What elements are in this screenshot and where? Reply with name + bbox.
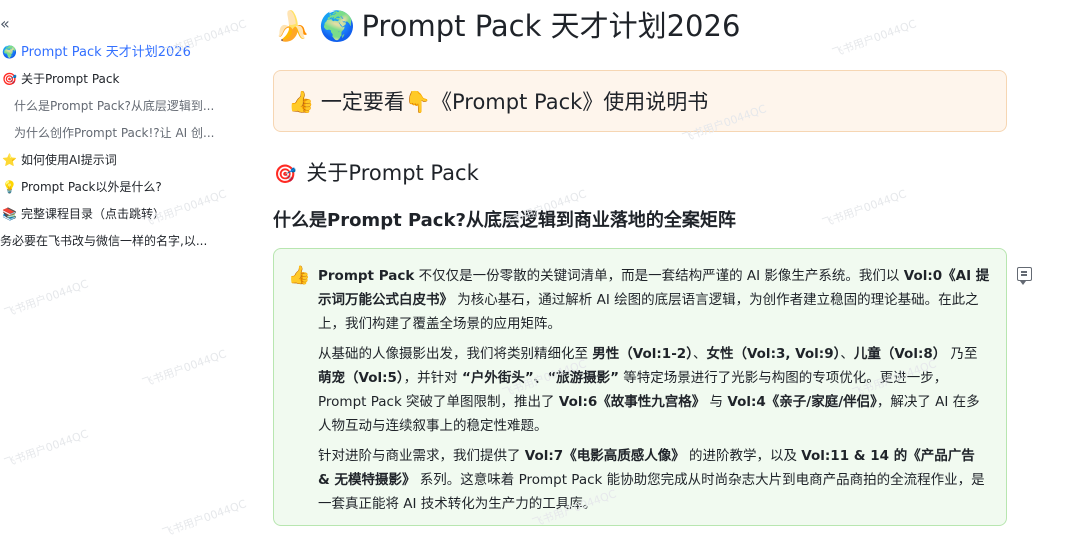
- toc-item-how-to-use[interactable]: ⭐ 如何使用AI提示词: [2, 151, 220, 169]
- toc-item-label: 什么是Prompt Pack?从底层逻辑到...: [14, 99, 215, 113]
- toc-item-label: 如何使用AI提示词: [20, 153, 117, 167]
- toc-item-label: 为什么创作Prompt Pack!?让 AI 创...: [14, 126, 215, 140]
- must-read-link[interactable]: 一定要看👇《Prompt Pack》使用说明书: [321, 90, 708, 114]
- thumbs-up-icon: 👍: [288, 265, 311, 286]
- toc-item-rename-notice[interactable]: 务必要在飞书改与微信一样的名字,以...: [0, 232, 220, 250]
- comment-icon[interactable]: [1017, 267, 1032, 285]
- toc-item-about[interactable]: 🎯 关于Prompt Pack: [2, 70, 220, 88]
- callout-intro: 👍 Prompt Pack 不仅仅是一份零散的关键词清单，而是一套结构严谨的 A…: [273, 248, 1007, 526]
- target-icon: 🎯: [274, 164, 297, 185]
- page-title-text: Prompt Pack 天才计划2026: [361, 9, 741, 43]
- callout-must-read: 👍 一定要看👇《Prompt Pack》使用说明书: [273, 70, 1007, 132]
- section-heading-about: 🎯 关于Prompt Pack: [274, 158, 479, 190]
- lightbulb-icon: 💡: [2, 180, 17, 194]
- books-icon: 📚: [2, 207, 17, 221]
- toc-item-course-catalog[interactable]: 📚 完整课程目录（点击跳转）: [2, 205, 220, 223]
- toc-item-label: Prompt Pack以外是什么?: [20, 180, 162, 194]
- star-icon: ⭐: [2, 153, 17, 167]
- section-heading-text: 关于Prompt Pack: [306, 161, 479, 185]
- toc-item-label: 关于Prompt Pack: [20, 72, 120, 86]
- toc-item-why-create[interactable]: 为什么创作Prompt Pack!?让 AI 创...: [14, 124, 218, 142]
- target-icon: 🎯: [2, 72, 17, 86]
- toc-item-label: 完整课程目录（点击跳转）: [20, 207, 165, 221]
- banana-globe-icon: 🍌 🌍: [274, 9, 356, 43]
- watermark: 飞书用户0044QC: [830, 17, 919, 60]
- toc-item-label: Prompt Pack 天才计划2026: [20, 45, 191, 60]
- outline-sidebar: « 🌍 Prompt Pack 天才计划2026 🎯 关于Prompt Pack 什…: [0, 0, 222, 546]
- subsection-heading: 什么是Prompt Pack?从底层逻辑到商业落地的全案矩阵: [273, 210, 736, 231]
- toc-item-page-title[interactable]: 🌍 Prompt Pack 天才计划2026: [2, 43, 220, 62]
- watermark: 飞书用户0044QC: [820, 187, 909, 230]
- thumbs-up-icon: 👍: [288, 90, 315, 114]
- page-title: 🍌 🌍 Prompt Pack 天才计划2026: [274, 6, 740, 46]
- toc-item-label: 务必要在飞书改与微信一样的名字,以...: [0, 234, 208, 248]
- paragraph: 针对进阶与商业需求，我们提供了 Vol:7《电影高质感人像》 的进阶教学，以及 …: [318, 448, 985, 512]
- toc-item-beyond[interactable]: 💡 Prompt Pack以外是什么?: [2, 178, 220, 196]
- globe-icon: 🌍: [2, 45, 17, 59]
- collapse-sidebar-icon[interactable]: «: [0, 14, 16, 34]
- paragraph: 从基础的人像摄影出发，我们将类别精细化至 男性（Vol:1-2）、女性（Vol:…: [318, 346, 980, 434]
- callout-intro-body: Prompt Pack 不仅仅是一份零散的关键词清单，而是一套结构严谨的 AI …: [318, 264, 990, 522]
- paragraph: Prompt Pack 不仅仅是一份零散的关键词清单，而是一套结构严谨的 AI …: [318, 268, 990, 332]
- toc-item-what-is[interactable]: 什么是Prompt Pack?从底层逻辑到...: [14, 97, 218, 115]
